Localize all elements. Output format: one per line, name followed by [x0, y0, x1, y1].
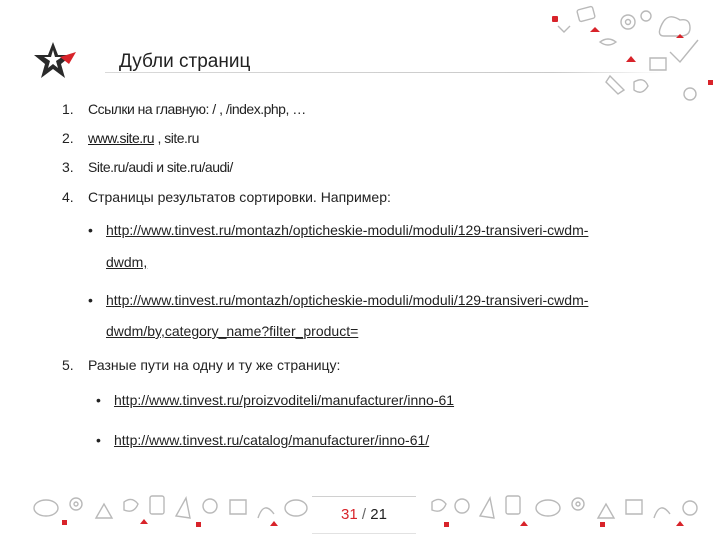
current-page: 31	[341, 506, 358, 523]
list-text: Страницы результатов сортировки. Наприме…	[88, 189, 391, 205]
page-number: 31 / 21	[312, 496, 416, 534]
page-separator: /	[357, 506, 371, 523]
url-link[interactable]: http://www.tinvest.ru/proizvoditeli/manu…	[114, 392, 454, 408]
doodle-decoration-icon	[552, 5, 713, 101]
list-number: 5.	[62, 357, 74, 373]
url-link[interactable]: dwdm/by,category_name?filter_product=	[106, 323, 358, 339]
url-link[interactable]: dwdm,	[106, 254, 147, 270]
url-link[interactable]: http://www.tinvest.ru/catalog/manufactur…	[114, 432, 429, 448]
list-text-rest: , site.ru	[154, 130, 199, 146]
list-number: 4.	[62, 189, 74, 205]
list-number: 2.	[62, 130, 74, 146]
list-text: Разные пути на одну и ту же страницу:	[88, 357, 341, 373]
bullet: •	[88, 292, 93, 308]
bullet: •	[88, 222, 93, 238]
url-link[interactable]: http://www.tinvest.ru/montazh/opticheski…	[106, 292, 588, 308]
total-pages: 21	[370, 506, 387, 523]
site-link[interactable]: www.site.ru	[88, 130, 155, 146]
page-title: Дубли страниц	[119, 51, 251, 72]
list-number: 1.	[62, 101, 74, 117]
list-text: www.site.ru , site.ru	[88, 130, 199, 146]
list-text: Ссылки на главную: / , /index.php, …	[88, 101, 306, 117]
list-text: Site.ru/audi и site.ru/audi/	[88, 159, 233, 175]
url-link[interactable]: http://www.tinvest.ru/montazh/opticheski…	[106, 222, 588, 238]
bullet: •	[96, 432, 101, 448]
star-logo-icon	[34, 42, 76, 78]
list-number: 3.	[62, 159, 74, 175]
bullet: •	[96, 392, 101, 408]
